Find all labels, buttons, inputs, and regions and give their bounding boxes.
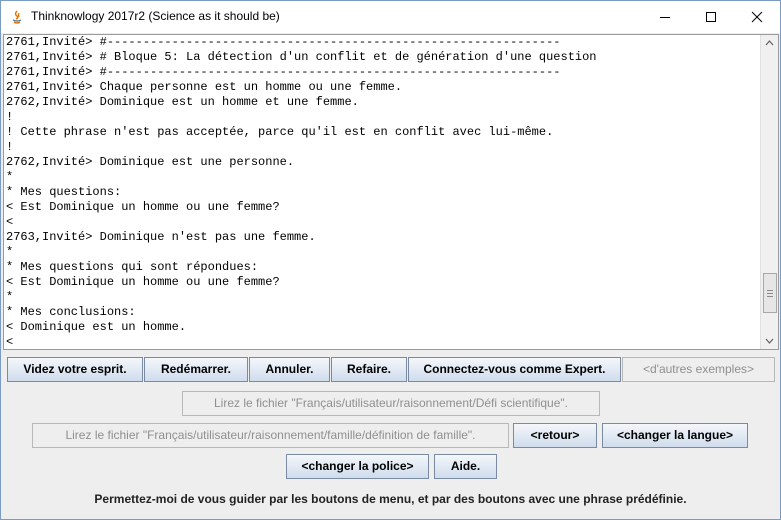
vertical-scrollbar[interactable]: [760, 35, 778, 349]
console-line: * Mes conclusions:: [6, 305, 136, 319]
arrow-down-icon: [765, 338, 774, 344]
help-button[interactable]: Aide.: [434, 454, 497, 479]
console-line: *: [6, 170, 14, 184]
console-line: 2762,Invité> Dominique est une personne.: [6, 155, 295, 169]
console-line: 2761,Invité> # Bloque 5: La détection d'…: [6, 50, 597, 64]
scroll-up-button[interactable]: [761, 35, 778, 52]
minimize-icon: [660, 17, 670, 18]
scroll-thumb[interactable]: [763, 273, 777, 313]
undo-button[interactable]: Annuler.: [249, 357, 330, 382]
content-pane: 2761,Invité> #--------------------------…: [1, 33, 780, 519]
console-line: *: [6, 290, 14, 304]
console-line: * Mes questions:: [6, 185, 122, 199]
scroll-down-button[interactable]: [761, 332, 778, 349]
grip-line: [767, 293, 773, 294]
read-family-file-button: Lirez le fichier "Français/utilisateur/r…: [32, 423, 509, 448]
restart-button[interactable]: Redémarrer.: [144, 357, 248, 382]
login-expert-button[interactable]: Connectez-vous comme Expert.: [408, 357, 621, 382]
console-text-area[interactable]: 2761,Invité> #--------------------------…: [6, 35, 761, 349]
close-button[interactable]: [734, 1, 780, 33]
change-language-button[interactable]: <changer la langue>: [602, 423, 748, 448]
console-line: < Est Dominique un homme ou une femme?: [6, 200, 280, 214]
guide-message: Permettez-moi de vous guider par les bou…: [94, 492, 687, 506]
close-icon: [751, 11, 763, 23]
back-button[interactable]: <retour>: [513, 423, 597, 448]
console-line: 2761,Invité> #--------------------------…: [6, 65, 561, 79]
read-challenge-file-button: Lirez le fichier "Français/utilisateur/r…: [182, 391, 600, 416]
redo-button[interactable]: Refaire.: [331, 357, 407, 382]
console-line: < Est Dominique un homme ou une femme?: [6, 275, 280, 289]
console-line: 2762,Invité> Dominique est un homme et u…: [6, 95, 359, 109]
grip-line: [767, 296, 773, 297]
title-bar[interactable]: Thinknowlogy 2017r2 (Science as it shoul…: [1, 1, 780, 33]
console-line: 2761,Invité> #--------------------------…: [6, 35, 561, 49]
console-line: 2763,Invité> Dominique n'est pas une fem…: [6, 230, 316, 244]
console-line: <: [6, 215, 14, 229]
java-app-icon: [9, 9, 25, 25]
other-examples-button: <d'autres exemples>: [622, 357, 775, 382]
output-console[interactable]: 2761,Invité> #--------------------------…: [3, 34, 779, 350]
console-line: !: [6, 110, 14, 124]
console-line: ! Cette phrase n'est pas acceptée, parce…: [6, 125, 554, 139]
maximize-button[interactable]: [688, 1, 734, 33]
console-line: <: [6, 335, 14, 349]
console-line: !: [6, 140, 14, 154]
change-font-button[interactable]: <changer la police>: [286, 454, 429, 479]
clear-mind-button[interactable]: Videz votre esprit.: [7, 357, 143, 382]
grip-line: [767, 290, 773, 291]
console-line: *: [6, 245, 14, 259]
console-line: < Dominique est un homme.: [6, 320, 187, 334]
app-window: Thinknowlogy 2017r2 (Science as it shoul…: [0, 0, 781, 520]
console-line: 2761,Invité> Chaque personne est un homm…: [6, 80, 403, 94]
console-line: * Mes questions qui sont répondues:: [6, 260, 259, 274]
window-title: Thinknowlogy 2017r2 (Science as it shoul…: [31, 9, 280, 23]
maximize-icon: [706, 12, 716, 22]
minimize-button[interactable]: [642, 1, 688, 33]
arrow-up-icon: [765, 40, 774, 46]
